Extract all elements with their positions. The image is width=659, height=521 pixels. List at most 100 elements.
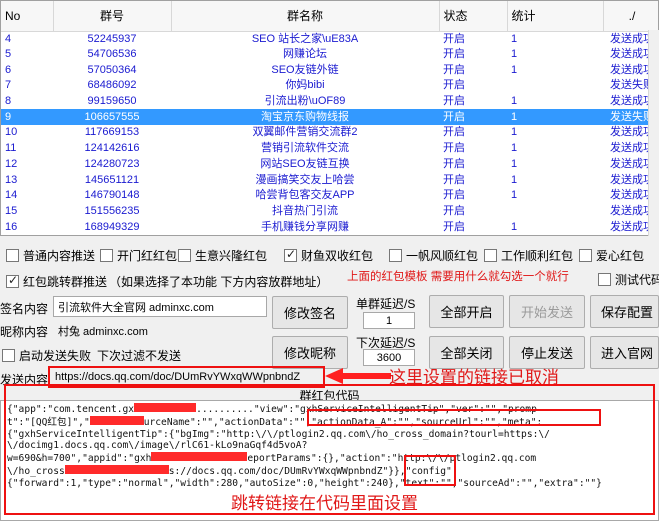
table-row[interactable]: 6 57050364 SEO友链外链 开启 1 发送成功 <box>1 62 658 78</box>
start-send-button[interactable]: 开始发送 <box>509 295 585 328</box>
cell-no: 7 <box>5 79 12 92</box>
table-row[interactable]: 15 151556235 抖音热门引流 开启 发送成功 <box>1 204 658 220</box>
enter-site-button[interactable]: 进入官网 <box>590 336 659 369</box>
checkbox-label: 启动发送失败 <box>19 349 92 363</box>
checkbox-label: 普通内容推送 <box>23 249 96 263</box>
cell-group-name: 你妈bibi <box>285 79 325 92</box>
checkbox[interactable] <box>100 249 113 262</box>
checkbox[interactable] <box>284 247 297 262</box>
table-row[interactable]: 10 117669153 双翼邮件营销交流群2 开启 1 发送成功 <box>1 125 658 141</box>
checkbox[interactable] <box>178 249 191 262</box>
cell-group-id: 52245937 <box>87 32 137 45</box>
col-result[interactable]: ./ <box>603 1 658 32</box>
checkbox-label: 财鱼双收红包 <box>301 249 374 263</box>
cell-no: 15 <box>5 204 18 217</box>
checkbox-label: 生意兴隆红包 <box>195 249 268 263</box>
table-row[interactable]: 16 168949329 手机赚钱分享网赚 开启 1 发送成功 <box>1 219 658 235</box>
checkbox-label: 工作顺利红包 <box>501 249 574 263</box>
cell-no: 9 <box>1 109 53 126</box>
cb-auto-fail[interactable]: 启动发送失败 下次过滤不发送 <box>2 347 181 364</box>
col-group-name[interactable]: 群名称 <box>171 1 440 32</box>
cell-count <box>507 204 603 220</box>
table-row[interactable]: 13 145651121 漫画搞笑交友上哈尝 开启 1 发送成功 <box>1 172 658 188</box>
save-config-button[interactable]: 保存配置 <box>590 295 659 328</box>
signature-label: 签名内容 <box>0 302 49 316</box>
modify-nickname-button[interactable]: 修改昵称 <box>272 336 348 369</box>
cell-no: 11 <box>5 142 17 155</box>
cell-group-id: 99159650 <box>87 95 137 108</box>
auto-fail-hint: 下次过滤不发送 <box>97 349 182 363</box>
cell-count: 1 <box>511 173 518 186</box>
cell-group-id: 57050364 <box>87 63 137 76</box>
table-row[interactable]: 9 106657555 淘宝京东购物线报 开启 1 发送失败 <box>1 109 658 126</box>
cb-kaimen-hongbao[interactable]: 开门红红包 <box>100 247 177 264</box>
cell-status: 开启 <box>443 79 465 92</box>
table-scrollbar[interactable] <box>648 30 659 236</box>
cell-group-name: 营销引流软件交流 <box>261 142 349 155</box>
cell-count: 1 <box>511 48 518 61</box>
table-row[interactable]: 4 52245937 SEO 站长之家\uE83A 开启 1 发送成功 <box>1 31 658 47</box>
cell-status: 开启 <box>443 189 465 202</box>
checkbox[interactable] <box>6 273 19 288</box>
cell-status: 开启 <box>443 48 465 61</box>
checkbox[interactable] <box>598 273 611 286</box>
cb-aixin-hongbao[interactable]: 爱心红包 <box>579 247 644 264</box>
annotation-code: 跳转链接在代码里面设置 <box>231 494 418 513</box>
cell-no: 14 <box>5 189 18 202</box>
col-group-id[interactable]: 群号 <box>53 1 172 32</box>
cell-count: 1 <box>511 220 518 233</box>
cell-group-name: 手机赚钱分享网赚 <box>261 220 349 233</box>
cb-test-code[interactable]: 测试代码 <box>598 271 659 288</box>
table-row[interactable]: 12 124280723 网站SEO友链互换 开启 1 发送成功 <box>1 157 658 173</box>
cb-redirect-push[interactable]: 红包跳转群推送（如果选择了本功能 下方内容放群地址） <box>6 273 328 290</box>
cell-group-id: 146790148 <box>84 189 140 202</box>
open-all-button[interactable]: 全部开启 <box>429 295 504 328</box>
col-status[interactable]: 状态 <box>439 1 508 32</box>
checkbox[interactable] <box>6 249 19 262</box>
signature-input[interactable]: 引流软件大全官网 adminxc.com <box>53 296 267 317</box>
cb-yifan-hongbao[interactable]: 一帆风顺红包 <box>389 247 478 264</box>
cell-count: 1 <box>511 95 518 108</box>
table-row[interactable]: 11 124142616 营销引流软件交流 开启 1 发送成功 <box>1 141 658 157</box>
checkbox[interactable] <box>2 349 15 362</box>
table-row[interactable]: 5 54706536 网赚论坛 开启 1 发送成功 <box>1 47 658 63</box>
checkbox[interactable] <box>484 249 497 262</box>
table-row[interactable]: 7 68486092 你妈bibi 开启 发送失败 <box>1 78 658 94</box>
cell-group-id: 151556235 <box>84 204 140 217</box>
cell-no: 6 <box>5 63 12 76</box>
cb-normal-push[interactable]: 普通内容推送 <box>6 247 95 264</box>
cell-status: 开启 <box>443 220 465 233</box>
modify-signature-button[interactable]: 修改签名 <box>272 296 348 329</box>
cell-count: 1 <box>511 142 518 155</box>
cell-group-id: 145651121 <box>84 173 140 186</box>
cell-group-name: 漫画搞笑交友上哈尝 <box>255 173 355 186</box>
cell-count <box>507 78 603 94</box>
cell-group-name: 引流出粉\uOF89 <box>264 95 346 108</box>
cell-group-name: 抖音热门引流 <box>272 204 338 217</box>
cell-status: 开启 <box>443 63 465 76</box>
cell-status: 开启 <box>443 204 465 217</box>
cell-no: 4 <box>5 32 12 45</box>
cell-group-id: 54706536 <box>87 48 137 61</box>
col-no[interactable]: No <box>1 1 54 32</box>
cell-group-name: 双翼邮件营销交流群2 <box>252 126 358 139</box>
col-count[interactable]: 统计 <box>507 1 604 32</box>
group-table[interactable]: No 群号 群名称 状态 统计 ./ 4 52245937 SEO 站长之家\uE8… <box>0 0 659 236</box>
checkbox[interactable] <box>579 249 592 262</box>
cell-group-name: SEO友链外链 <box>271 63 339 76</box>
cell-count: 1 <box>511 189 518 202</box>
nickname-label: 昵称内容 <box>0 325 49 339</box>
checkbox[interactable] <box>389 249 402 262</box>
cell-status: 开启 <box>443 157 465 170</box>
cb-caiyu-hongbao[interactable]: 财鱼双收红包 <box>284 247 373 264</box>
nickname-input[interactable]: 村兔 adminxc.com <box>53 320 267 341</box>
cell-status: 开启 <box>443 126 465 139</box>
cell-group-id: 168949329 <box>84 220 140 233</box>
single-delay-input[interactable]: 1 <box>363 312 415 329</box>
cb-shengyi-hongbao[interactable]: 生意兴隆红包 <box>178 247 267 264</box>
checkbox-label: 红包跳转群推送 <box>23 275 108 289</box>
table-row[interactable]: 8 99159650 引流出粉\uOF89 开启 1 发送成功 <box>1 94 658 110</box>
cb-gongzuo-hongbao[interactable]: 工作顺利红包 <box>484 247 573 264</box>
checkbox-label: 爱心红包 <box>596 249 645 263</box>
table-row[interactable]: 14 146790148 哈尝背包客交友APP 开启 1 发送成功 <box>1 188 658 204</box>
